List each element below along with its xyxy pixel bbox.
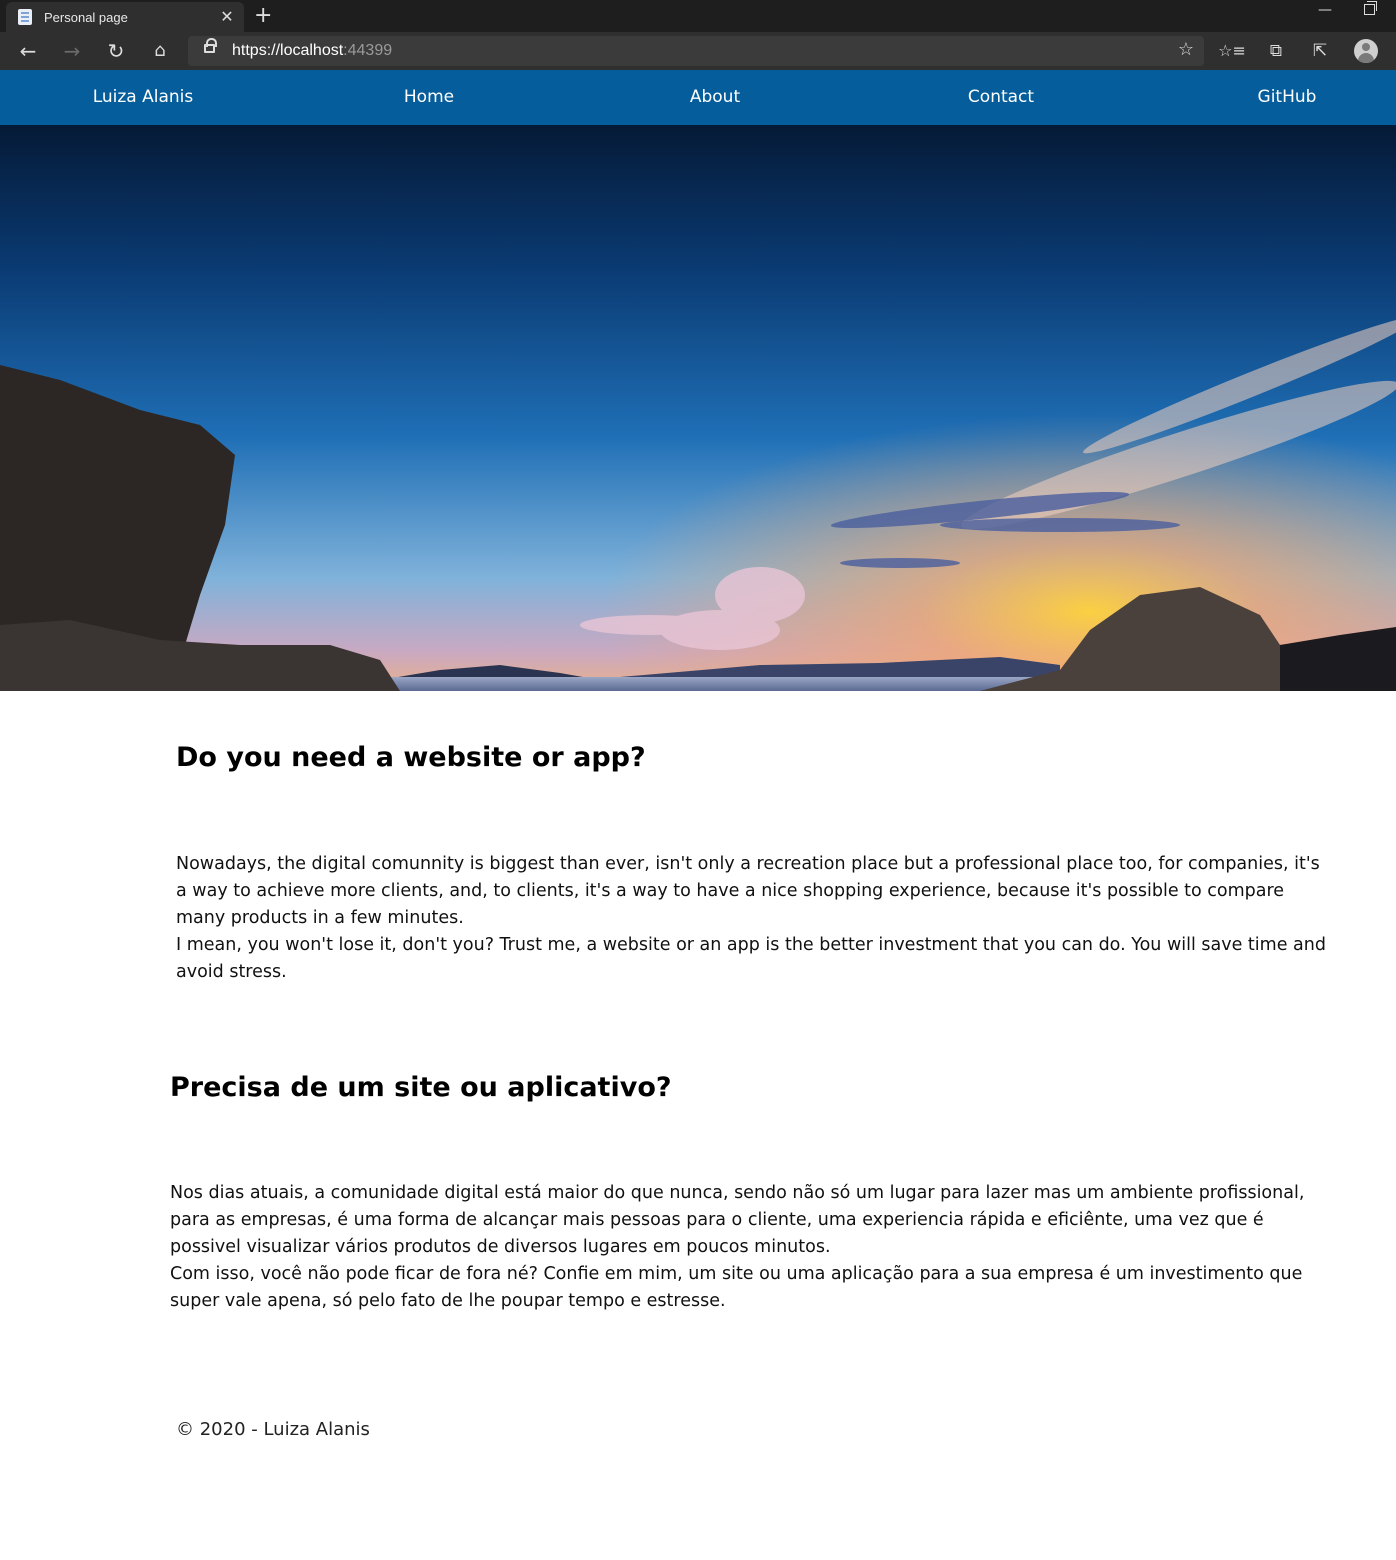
page-favicon-icon xyxy=(18,9,32,25)
nav-brand-link[interactable]: Luiza Alanis xyxy=(3,87,283,107)
nav-link-github[interactable]: GitHub xyxy=(1147,87,1396,107)
share-feedback-icon[interactable]: ⇱ xyxy=(1306,38,1334,64)
tab-title: Personal page xyxy=(44,10,128,25)
favorite-star-icon[interactable]: ☆ xyxy=(1178,39,1194,60)
footer-copyright: © 2020 - Luiza Alanis xyxy=(176,1419,370,1440)
url-text: https://localhost:44399 xyxy=(232,42,393,59)
nav-link-contact[interactable]: Contact xyxy=(861,87,1141,107)
new-tab-icon[interactable]: + xyxy=(254,3,272,28)
section-paragraph-pt-2: Com isso, você não pode ficar de fora né… xyxy=(170,1264,1303,1311)
site-navbar: Luiza Alanis Home About Contact GitHub xyxy=(0,70,1396,125)
lock-icon xyxy=(204,38,217,53)
restore-window-icon[interactable] xyxy=(1364,1,1377,15)
refresh-icon[interactable]: ↻ xyxy=(102,38,130,64)
nav-link-home[interactable]: Home xyxy=(289,87,569,107)
close-tab-icon[interactable]: ✕ xyxy=(218,7,236,27)
home-icon[interactable]: ⌂ xyxy=(146,38,174,64)
section-paragraph-en-2: I mean, you won't lose it, don't you? Tr… xyxy=(176,935,1326,982)
back-arrow-icon[interactable]: ← xyxy=(14,38,42,64)
browser-tab-bar: Personal page ✕ + — xyxy=(0,0,1396,32)
section-heading-en: Do you need a website or app? xyxy=(176,742,646,773)
hero-image xyxy=(0,125,1396,691)
profile-avatar-icon[interactable] xyxy=(1354,39,1378,63)
section-heading-pt: Precisa de um site ou aplicativo? xyxy=(170,1072,672,1103)
favorites-list-icon[interactable]: ☆≡ xyxy=(1218,38,1246,64)
browser-tab[interactable]: Personal page ✕ xyxy=(6,2,244,32)
minimize-window-icon[interactable]: — xyxy=(1318,2,1332,18)
section-paragraph-en-1: Nowadays, the digital comunnity is bigge… xyxy=(176,854,1320,928)
collections-icon[interactable]: ⧉ xyxy=(1262,38,1290,64)
address-bar[interactable]: https://localhost:44399 ☆ xyxy=(188,36,1204,66)
nav-link-about[interactable]: About xyxy=(575,87,855,107)
forward-arrow-icon[interactable]: → xyxy=(58,38,86,64)
browser-toolbar: ← → ↻ ⌂ https://localhost:44399 ☆ ☆≡ ⧉ ⇱ xyxy=(0,32,1396,70)
section-paragraph-pt-1: Nos dias atuais, a comunidade digital es… xyxy=(170,1183,1305,1257)
